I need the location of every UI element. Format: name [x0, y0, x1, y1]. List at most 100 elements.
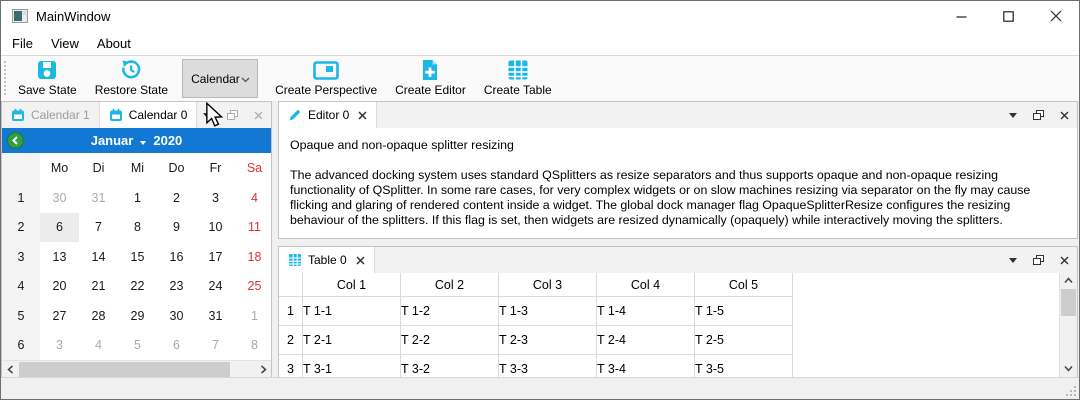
day-cell-17[interactable]: 17: [196, 242, 235, 272]
table-cell[interactable]: T 1-3: [499, 297, 597, 326]
panel-float-icon[interactable]: [227, 110, 238, 120]
close-button[interactable]: [1032, 1, 1079, 31]
day-cell-14[interactable]: 14: [79, 242, 118, 272]
day-cell-31[interactable]: 31: [196, 301, 235, 331]
day-cell-6[interactable]: 6: [40, 213, 79, 243]
day-cell-15[interactable]: 15: [118, 242, 157, 272]
scroll-right-icon[interactable]: [255, 361, 271, 378]
minimize-button[interactable]: [938, 1, 985, 31]
day-cell-13[interactable]: 13: [40, 242, 79, 272]
day-cell-4[interactable]: 4: [235, 183, 272, 213]
table-cell[interactable]: T 2-2: [401, 326, 499, 355]
tab-close-icon[interactable]: [358, 111, 367, 120]
column-header[interactable]: Col 1: [303, 273, 401, 297]
calendar-hscrollbar[interactable]: [2, 360, 271, 378]
panel-menu-icon[interactable]: [1009, 113, 1017, 118]
table-cell[interactable]: T 3-3: [499, 355, 597, 378]
day-cell-10[interactable]: 10: [196, 213, 235, 243]
day-cell-1[interactable]: 1: [118, 183, 157, 213]
day-cell-7[interactable]: 7: [79, 213, 118, 243]
day-cell-23[interactable]: 23: [157, 272, 196, 302]
column-header[interactable]: Col 3: [499, 273, 597, 297]
size-grip-icon[interactable]: [1064, 384, 1077, 397]
row-number[interactable]: 3: [279, 355, 303, 378]
scroll-up-icon[interactable]: [1060, 273, 1077, 288]
day-cell-29[interactable]: 29: [118, 301, 157, 331]
panel-float-icon[interactable]: [1033, 110, 1044, 120]
panel-menu-icon[interactable]: [203, 113, 211, 118]
panel-menu-icon[interactable]: [1009, 258, 1017, 263]
calendar-year-button[interactable]: 2020: [153, 133, 182, 148]
day-cell-16[interactable]: 16: [157, 242, 196, 272]
column-header[interactable]: Col 4: [597, 273, 695, 297]
day-cell-21[interactable]: 21: [79, 272, 118, 302]
day-cell-1[interactable]: 1: [235, 301, 272, 331]
hscroll-thumb[interactable]: [19, 362, 230, 377]
table-cell[interactable]: T 3-5: [695, 355, 793, 378]
tab-calendar-0[interactable]: Calendar 0: [100, 102, 198, 128]
tab-close-icon[interactable]: [356, 256, 365, 265]
table-cell[interactable]: T 3-4: [597, 355, 695, 378]
day-cell-30[interactable]: 30: [157, 301, 196, 331]
tab-table-0[interactable]: Table 0: [279, 247, 375, 273]
table-cell[interactable]: T 1-4: [597, 297, 695, 326]
day-cell-8[interactable]: 8: [118, 213, 157, 243]
day-cell-4[interactable]: 4: [79, 331, 118, 361]
day-cell-31[interactable]: 31: [79, 183, 118, 213]
column-header[interactable]: Col 2: [401, 273, 499, 297]
day-cell-20[interactable]: 20: [40, 272, 79, 302]
scroll-left-icon[interactable]: [2, 361, 18, 378]
perspective-combo[interactable]: Calendar: [182, 59, 258, 98]
maximize-button[interactable]: [985, 1, 1032, 31]
table-cell[interactable]: T 3-2: [401, 355, 499, 378]
day-cell-25[interactable]: 25: [235, 272, 272, 302]
panel-float-icon[interactable]: [1033, 255, 1044, 265]
create-table-button[interactable]: Create Table: [475, 56, 561, 101]
data-table[interactable]: Col 1Col 2Col 3Col 4Col 5 1T 1-1T 1-2T 1…: [279, 273, 793, 377]
table-cell[interactable]: T 2-1: [303, 326, 401, 355]
day-cell-5[interactable]: 5: [118, 331, 157, 361]
calendar-month-button[interactable]: Januar: [91, 133, 134, 148]
day-cell-9[interactable]: 9: [157, 213, 196, 243]
table-cell[interactable]: T 1-2: [401, 297, 499, 326]
day-cell-11[interactable]: 11: [235, 213, 272, 243]
table-cell[interactable]: T 3-1: [303, 355, 401, 378]
day-cell-27[interactable]: 27: [40, 301, 79, 331]
editor-content[interactable]: Opaque and non-opaque splitter resizing …: [279, 128, 1077, 238]
day-cell-3[interactable]: 3: [196, 183, 235, 213]
panel-close-icon[interactable]: [254, 111, 263, 120]
day-cell-8[interactable]: 8: [235, 331, 272, 361]
row-number[interactable]: 1: [279, 297, 303, 326]
table-cell[interactable]: T 1-1: [303, 297, 401, 326]
day-cell-3[interactable]: 3: [40, 331, 79, 361]
row-number[interactable]: 2: [279, 326, 303, 355]
hscroll-track[interactable]: [18, 361, 255, 378]
table-cell[interactable]: T 2-4: [597, 326, 695, 355]
table-cell[interactable]: T 1-5: [695, 297, 793, 326]
prev-month-button[interactable]: [7, 132, 24, 149]
table-cell[interactable]: T 2-3: [499, 326, 597, 355]
day-cell-18[interactable]: 18: [235, 242, 272, 272]
tab-calendar-1[interactable]: Calendar 1: [2, 102, 100, 128]
day-cell-2[interactable]: 2: [157, 183, 196, 213]
panel-close-icon[interactable]: [1060, 111, 1069, 120]
column-header[interactable]: Col 5: [695, 273, 793, 297]
menu-view[interactable]: View: [42, 33, 88, 54]
vscroll-thumb[interactable]: [1061, 289, 1076, 316]
create-editor-button[interactable]: Create Editor: [386, 56, 475, 101]
tab-editor-0[interactable]: Editor 0: [279, 102, 377, 128]
scroll-down-icon[interactable]: [1060, 361, 1077, 376]
day-cell-24[interactable]: 24: [196, 272, 235, 302]
day-cell-30[interactable]: 30: [40, 183, 79, 213]
table-vscrollbar[interactable]: [1059, 273, 1077, 377]
menu-about[interactable]: About: [88, 33, 140, 54]
panel-close-icon[interactable]: [1060, 256, 1069, 265]
day-cell-6[interactable]: 6: [157, 331, 196, 361]
toolbar-drag-handle[interactable]: [3, 60, 7, 97]
table-cell[interactable]: T 2-5: [695, 326, 793, 355]
save-state-button[interactable]: Save State: [9, 56, 86, 101]
create-perspective-button[interactable]: Create Perspective: [266, 56, 386, 101]
day-cell-28[interactable]: 28: [79, 301, 118, 331]
menu-file[interactable]: File: [3, 33, 42, 54]
day-cell-7[interactable]: 7: [196, 331, 235, 361]
